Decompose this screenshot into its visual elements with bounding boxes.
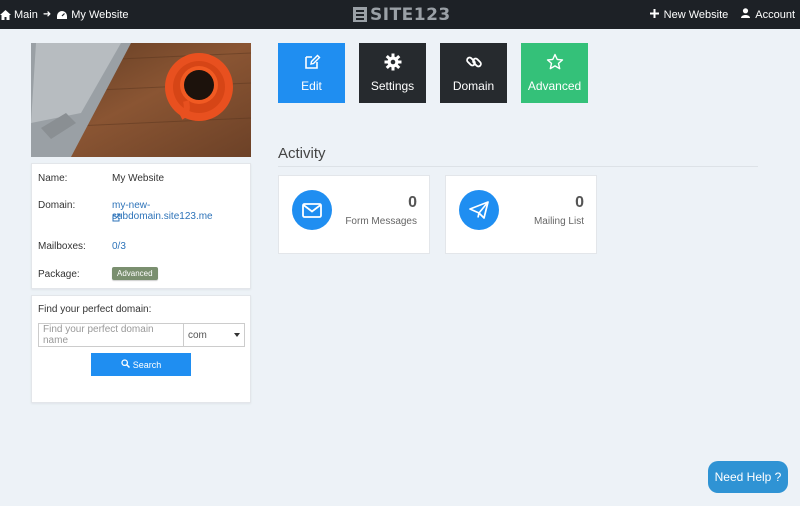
logo-icon — [353, 7, 367, 22]
mailboxes-value[interactable]: 0/3 — [112, 241, 126, 252]
site123-logo[interactable]: SITE123 — [353, 4, 451, 25]
form-messages-label: Form Messages — [345, 216, 417, 227]
advanced-tile-label: Advanced — [527, 79, 582, 93]
mailing-list-count: 0 — [575, 194, 584, 211]
paper-plane-icon — [459, 190, 499, 230]
mailing-list-card[interactable]: 0 Mailing List — [445, 175, 597, 254]
breadcrumb-main[interactable]: Main — [0, 9, 38, 21]
dashboard-icon — [56, 10, 68, 20]
breadcrumb-site-label: My Website — [71, 8, 129, 21]
advanced-tile[interactable]: Advanced — [521, 43, 588, 103]
new-website-label: New Website — [663, 8, 729, 21]
top-bar: Main ➜ My Website SITE123 New Website Ac… — [0, 0, 800, 29]
search-button-label: Search — [132, 359, 162, 370]
domain-search-input[interactable]: Find your perfect domain name — [38, 323, 184, 347]
new-website-button[interactable]: New Website — [649, 8, 729, 21]
domain-search-card: Find your perfect domain: Find your perf… — [31, 295, 251, 403]
tld-select-value: com — [188, 329, 207, 341]
name-value: My Website — [112, 173, 165, 184]
activity-title: Activity — [278, 145, 326, 162]
mailing-list-label: Mailing List — [533, 216, 584, 227]
plus-icon — [649, 8, 659, 21]
domain-tile[interactable]: Domain — [440, 43, 507, 103]
website-thumbnail — [31, 43, 251, 157]
envelope-icon — [292, 190, 332, 230]
domain-search-label: Find your perfect domain: — [38, 304, 152, 315]
breadcrumb: Main ➜ My Website — [0, 0, 129, 29]
account-label: Account — [755, 8, 795, 21]
edit-tile[interactable]: Edit — [278, 43, 345, 103]
link-icon — [465, 53, 483, 71]
domain-link[interactable]: my-new-subdomain.site123.me — [112, 200, 250, 222]
home-icon — [0, 9, 11, 20]
gear-icon — [384, 53, 402, 71]
star-icon — [546, 53, 564, 71]
settings-tile-label: Settings — [370, 79, 415, 93]
breadcrumb-main-label: Main — [14, 8, 38, 21]
user-icon — [741, 8, 751, 21]
mailboxes-label: Mailboxes: — [38, 241, 86, 252]
edit-tile-label: Edit — [301, 79, 322, 93]
search-icon — [121, 359, 130, 370]
external-link-icon[interactable] — [112, 213, 121, 225]
arrow-right-icon: ➜ — [42, 9, 52, 20]
logo-text: SITE123 — [370, 4, 451, 25]
package-label: Package: — [38, 269, 80, 280]
need-help-button[interactable]: Need Help ? — [708, 461, 788, 493]
edit-icon — [303, 53, 321, 71]
activity-divider — [278, 166, 758, 167]
form-messages-card[interactable]: 0 Form Messages — [278, 175, 430, 254]
account-button[interactable]: Account — [741, 8, 795, 21]
caret-down-icon — [234, 333, 240, 337]
domain-label: Domain: — [38, 200, 76, 211]
package-badge[interactable]: Advanced — [112, 267, 158, 280]
settings-tile[interactable]: Settings — [359, 43, 426, 103]
name-label: Name: — [38, 173, 68, 184]
domain-tile-label: Domain — [452, 79, 495, 93]
tld-select[interactable]: com — [183, 323, 245, 347]
search-button[interactable]: Search — [91, 353, 191, 376]
breadcrumb-site[interactable]: My Website — [56, 8, 129, 21]
form-messages-count: 0 — [408, 194, 417, 211]
website-info-card: Name: My Website Domain: my-new-subdomai… — [31, 163, 251, 289]
